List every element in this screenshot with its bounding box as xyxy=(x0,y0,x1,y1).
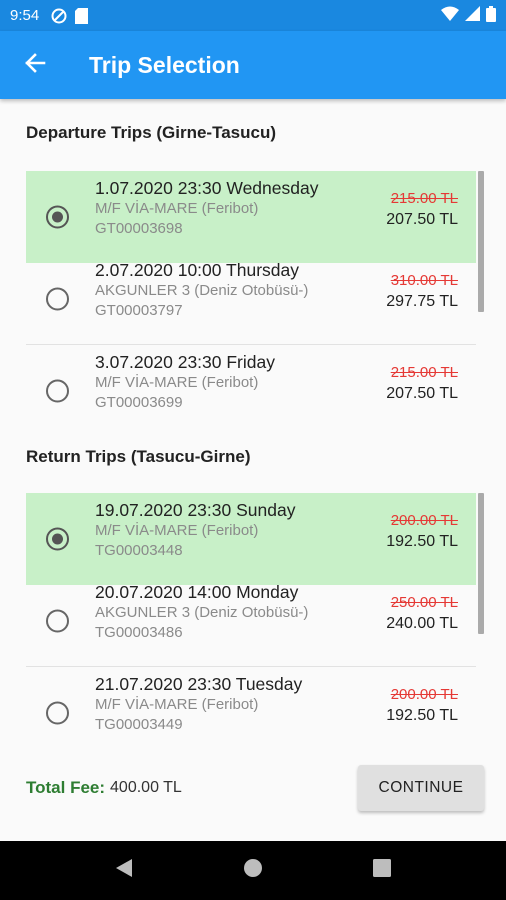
departure-scrollbar[interactable] xyxy=(478,171,484,312)
arrow-left-icon xyxy=(24,52,46,79)
departure-trip-3[interactable]: 3.07.2020 23:30 Friday M/F VİA-MARE (Fer… xyxy=(26,345,476,421)
new-price: 192.50 TL xyxy=(386,533,458,550)
trip-code: TG00003449 xyxy=(95,716,183,733)
footer: Total Fee: 400.00 TL CONTINUE xyxy=(26,763,484,813)
departure-trip-list[interactable]: 1.07.2020 23:30 Wednesday M/F VİA-MARE (… xyxy=(26,171,484,421)
page-title: Trip Selection xyxy=(89,51,240,78)
trip-radio[interactable] xyxy=(46,379,69,402)
continue-button[interactable]: CONTINUE xyxy=(358,765,484,811)
app-bar: Trip Selection xyxy=(0,31,506,99)
departure-section-title: Departure Trips (Girne-Tasucu) xyxy=(26,123,277,142)
departure-trip-1[interactable]: 1.07.2020 23:30 Wednesday M/F VİA-MARE (… xyxy=(26,171,476,263)
return-trip-list[interactable]: 19.07.2020 23:30 Sunday M/F VİA-MARE (Fe… xyxy=(26,493,484,743)
trip-date: 3.07.2020 23:30 Friday xyxy=(95,352,275,372)
new-price: 207.50 TL xyxy=(386,385,458,402)
signal-icon xyxy=(465,6,480,25)
new-price: 192.50 TL xyxy=(386,707,458,724)
trip-code: GT00003698 xyxy=(95,220,183,237)
battery-icon xyxy=(486,5,496,26)
new-price: 297.75 TL xyxy=(386,293,458,310)
old-price: 215.00 TL xyxy=(390,190,458,207)
new-price: 207.50 TL xyxy=(386,211,458,228)
trip-vessel: AKGUNLER 3 (Deniz Otobüsü-) xyxy=(95,604,309,621)
circle-home-icon xyxy=(243,858,263,883)
trip-radio-selected[interactable] xyxy=(46,205,69,229)
trip-code: GT00003699 xyxy=(95,394,183,411)
old-price: 310.00 TL xyxy=(390,272,458,289)
trip-vessel: M/F VİA-MARE (Feribot) xyxy=(95,696,259,713)
trip-radio[interactable] xyxy=(46,701,69,724)
trip-radio[interactable] xyxy=(46,609,69,632)
return-section-title: Return Trips (Tasucu-Girne) xyxy=(26,447,251,466)
trip-vessel: M/F VİA-MARE (Feribot) xyxy=(95,200,259,217)
trip-date: 19.07.2020 23:30 Sunday xyxy=(95,500,296,520)
return-scrollbar[interactable] xyxy=(478,493,484,634)
old-price: 200.00 TL xyxy=(390,686,458,703)
old-price: 200.00 TL xyxy=(390,512,458,529)
nav-back-button[interactable] xyxy=(94,841,154,900)
trip-vessel: AKGUNLER 3 (Deniz Otobüsü-) xyxy=(95,282,309,299)
return-trip-2[interactable]: 20.07.2020 14:00 Monday AKGUNLER 3 (Deni… xyxy=(26,575,476,667)
back-button[interactable] xyxy=(0,31,70,99)
trip-radio[interactable] xyxy=(46,287,69,310)
wifi-icon xyxy=(441,6,459,25)
triangle-back-icon xyxy=(115,858,133,883)
trip-code: TG00003448 xyxy=(95,542,183,559)
total-fee-value: 400.00 TL xyxy=(110,779,182,796)
vpn-icon xyxy=(51,8,67,24)
content: Departure Trips (Girne-Tasucu) 1.07.2020… xyxy=(0,99,506,841)
old-price: 250.00 TL xyxy=(390,594,458,611)
return-trip-3[interactable]: 21.07.2020 23:30 Tuesday M/F VİA-MARE (F… xyxy=(26,667,476,743)
trip-vessel: M/F VİA-MARE (Feribot) xyxy=(95,522,259,539)
square-recents-icon xyxy=(372,859,391,882)
nav-recents-button[interactable] xyxy=(352,841,412,900)
system-nav-bar xyxy=(0,841,506,900)
return-trip-1[interactable]: 19.07.2020 23:30 Sunday M/F VİA-MARE (Fe… xyxy=(26,493,476,585)
new-price: 240.00 TL xyxy=(386,615,458,632)
nav-home-button[interactable] xyxy=(223,841,283,900)
trip-code: GT00003797 xyxy=(95,302,183,319)
trip-vessel: M/F VİA-MARE (Feribot) xyxy=(95,374,259,391)
trip-date: 1.07.2020 23:30 Wednesday xyxy=(95,178,319,198)
trip-date: 2.07.2020 10:00 Thursday xyxy=(95,260,300,280)
trip-code: TG00003486 xyxy=(95,624,183,641)
trip-date: 20.07.2020 14:00 Monday xyxy=(95,582,299,602)
trip-radio-selected[interactable] xyxy=(46,527,69,551)
total-fee-label: Total Fee: xyxy=(26,778,106,797)
status-time: 9:54 xyxy=(10,7,40,24)
sd-card-icon xyxy=(75,7,89,24)
status-bar: 9:54 xyxy=(0,0,506,31)
trip-date: 21.07.2020 23:30 Tuesday xyxy=(95,674,303,694)
departure-trip-2[interactable]: 2.07.2020 10:00 Thursday AKGUNLER 3 (Den… xyxy=(26,253,476,345)
old-price: 215.00 TL xyxy=(390,364,458,381)
